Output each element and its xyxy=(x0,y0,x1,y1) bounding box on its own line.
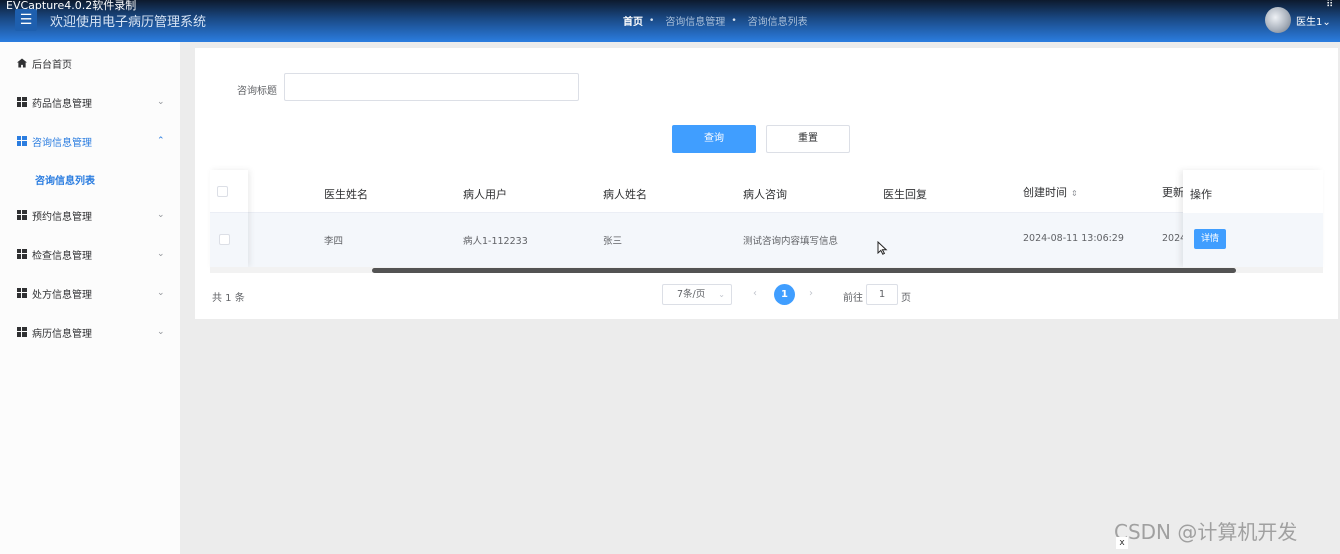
cell-patient-user: 病人1-112233 xyxy=(463,236,528,247)
sidebar-item-prescription[interactable]: 处方信息管理 ⌄ xyxy=(0,283,180,303)
chevron-down-icon: ⌄ xyxy=(157,97,165,107)
reset-button[interactable]: 重置 xyxy=(766,125,850,153)
column-header-created[interactable]: 创建时间 ⇕ xyxy=(1023,184,1078,200)
breadcrumb-consult-list: 咨询信息列表 xyxy=(747,17,808,28)
sidebar: 后台首页 药品信息管理 ⌄ 咨询信息管理 ⌃ 咨询信息列表 预约信息管理 ⌄ 检… xyxy=(0,42,180,554)
search-title-input[interactable] xyxy=(284,73,579,101)
fixed-left-column xyxy=(210,170,248,267)
next-page-button[interactable]: › xyxy=(809,288,813,299)
horizontal-scrollbar-thumb[interactable] xyxy=(372,268,1236,273)
chevron-down-icon: ⌄ xyxy=(157,249,165,259)
close-icon[interactable]: x xyxy=(1116,537,1128,549)
avatar[interactable] xyxy=(1265,7,1291,33)
column-header: 医生回复 xyxy=(883,188,927,201)
sidebar-item-label: 处方信息管理 xyxy=(32,289,92,301)
sidebar-item-home[interactable]: 后台首页 xyxy=(0,53,180,73)
chevron-down-icon: ⌄ xyxy=(1322,17,1331,28)
sidebar-item-label: 药品信息管理 xyxy=(32,98,92,110)
breadcrumb-separator-icon: • xyxy=(649,15,655,26)
goto-suffix: 页 xyxy=(901,293,911,304)
search-title-label: 咨询标题 xyxy=(237,86,277,97)
query-button[interactable]: 查询 xyxy=(672,125,756,153)
detail-button[interactable]: 详情 xyxy=(1194,229,1226,249)
chevron-down-icon: ⌄ xyxy=(157,288,165,298)
user-menu[interactable]: 医生1⌄ xyxy=(1296,13,1331,28)
main-panel: 咨询标题 查询 重置 医生姓名 病人用户 病人姓名 病人咨询 医生回复 创建时间… xyxy=(195,48,1338,319)
sidebar-item-label: 检查信息管理 xyxy=(32,250,92,262)
consult-table: 医生姓名 病人用户 病人姓名 病人咨询 医生回复 创建时间 ⇕ 更新 李四 病人1… xyxy=(210,170,1323,273)
fixed-action-column: 操作 详情 xyxy=(1183,170,1323,267)
breadcrumb-separator-icon: • xyxy=(731,15,737,26)
total-count: 共 1 条 xyxy=(212,293,245,304)
table-row: 李四 病人1-112233 张三 测试咨询内容填写信息 2024-08-11 1… xyxy=(210,213,1323,267)
sidebar-item-medical-record[interactable]: 病历信息管理 ⌄ xyxy=(0,322,180,342)
goto-page-input[interactable] xyxy=(866,284,898,305)
top-header: EVCapture4.0.2软件录制 ☰ 欢迎使用电子病历管理系统 首页 • 咨… xyxy=(0,0,1340,42)
page-size-select[interactable]: 7条/页 ⌄ xyxy=(662,284,732,305)
column-header-label: 创建时间 xyxy=(1023,186,1067,199)
page-number-current[interactable]: 1 xyxy=(774,284,795,305)
sidebar-item-label: 预约信息管理 xyxy=(32,211,92,223)
table-header: 医生姓名 病人用户 病人姓名 病人咨询 医生回复 创建时间 ⇕ 更新 xyxy=(210,170,1323,213)
watermark: CSDN @计算机开发 xyxy=(1114,520,1298,544)
chevron-down-icon: ⌄ xyxy=(157,327,165,337)
sidebar-item-label: 后台首页 xyxy=(32,59,72,71)
window-control-icon[interactable]: ⠿ xyxy=(1326,0,1333,10)
sidebar-item-label: 咨询信息管理 xyxy=(32,137,92,149)
column-header: 更新 xyxy=(1162,186,1184,199)
breadcrumb: 首页 • 咨询信息管理 • 咨询信息列表 xyxy=(623,13,808,29)
cell-patient-name: 张三 xyxy=(603,236,623,247)
breadcrumb-home[interactable]: 首页 xyxy=(623,13,643,28)
user-name: 医生1 xyxy=(1296,17,1323,28)
sidebar-item-label: 病历信息管理 xyxy=(32,328,92,340)
prev-page-button[interactable]: ‹ xyxy=(753,288,757,299)
cell-created-time: 2024-08-11 13:06:29 xyxy=(1023,233,1124,244)
column-header: 病人用户 xyxy=(463,188,507,201)
grid-icon xyxy=(17,249,27,259)
chevron-up-icon: ⌃ xyxy=(157,136,165,146)
sidebar-item-consult[interactable]: 咨询信息管理 ⌃ xyxy=(0,131,180,151)
sidebar-item-medicine[interactable]: 药品信息管理 ⌄ xyxy=(0,92,180,112)
sidebar-item-appointment[interactable]: 预约信息管理 ⌄ xyxy=(0,205,180,225)
column-header: 医生姓名 xyxy=(324,188,368,201)
column-header: 病人姓名 xyxy=(603,188,647,201)
grid-icon xyxy=(17,97,27,107)
cell-doctor-name: 李四 xyxy=(324,236,344,247)
menu-toggle-icon[interactable]: ☰ xyxy=(15,9,37,31)
sort-icon[interactable]: ⇕ xyxy=(1071,189,1078,198)
cell-consult: 测试咨询内容填写信息 xyxy=(743,236,839,247)
page-size-value: 7条/页 xyxy=(677,289,706,300)
grid-icon xyxy=(17,327,27,337)
home-icon xyxy=(17,58,27,68)
grid-icon xyxy=(17,210,27,220)
chevron-down-icon: ⌄ xyxy=(718,290,725,299)
column-header: 操作 xyxy=(1190,188,1212,201)
sidebar-subitem-consult-list[interactable]: 咨询信息列表 xyxy=(35,172,95,187)
grid-icon xyxy=(17,136,27,146)
app-title: 欢迎使用电子病历管理系统 xyxy=(50,15,207,30)
column-header: 病人咨询 xyxy=(743,188,787,201)
chevron-down-icon: ⌄ xyxy=(157,210,165,220)
sidebar-item-examination[interactable]: 检查信息管理 ⌄ xyxy=(0,244,180,264)
breadcrumb-consult-management[interactable]: 咨询信息管理 xyxy=(665,13,725,28)
grid-icon xyxy=(17,288,27,298)
goto-label: 前往 xyxy=(843,293,863,304)
